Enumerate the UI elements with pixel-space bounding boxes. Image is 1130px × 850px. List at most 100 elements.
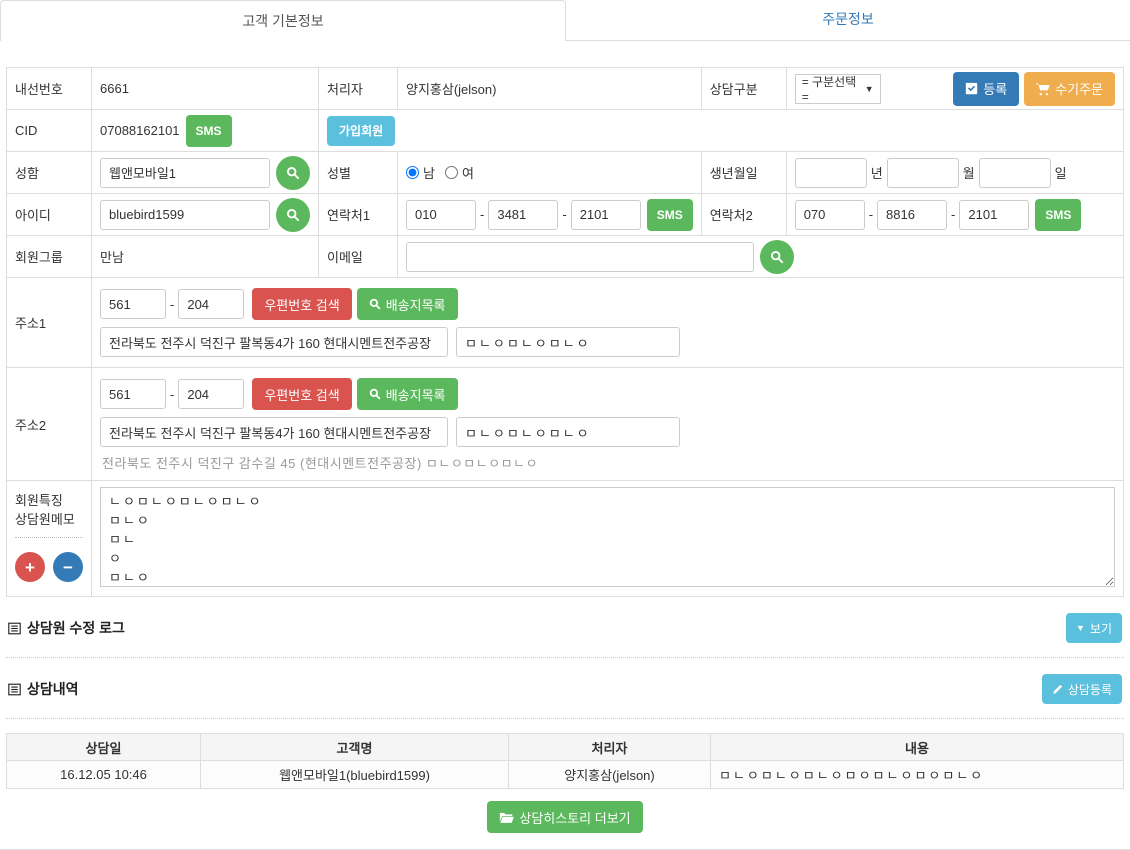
member-group-label: 회원그룹 [7,236,92,278]
view-log-button-label: 보기 [1090,620,1112,637]
phone2-part1-input[interactable] [795,200,865,230]
birth-year-suffix: 년 [871,163,883,182]
birth-year-input[interactable] [795,158,867,188]
search-icon [286,166,300,180]
cid-sms-button[interactable]: SMS [186,115,232,147]
col-header-handler: 처리자 [509,734,711,761]
tab-customer-info[interactable]: 고객 기본정보 [0,0,566,41]
phone1-part3-input[interactable] [571,200,641,230]
address1-main-input[interactable] [100,327,448,357]
dash: - [480,207,484,222]
gender-female-radio[interactable] [445,166,458,179]
gender-female-label: 여 [462,163,474,182]
consult-type-label: 상담구분 [701,68,786,110]
extension-label: 내선번호 [7,68,92,110]
pencil-icon [1052,684,1063,695]
register-button[interactable]: 등록 [953,72,1019,106]
extension-value: 6661 [92,68,319,110]
row-address1: 주소1 - 우편번호 검색 배송지목록 [7,278,1124,368]
email-input[interactable] [406,242,754,272]
phone1-part2-input[interactable] [488,200,558,230]
dash: - [562,207,566,222]
plus-icon: + [25,559,35,576]
handler-label: 처리자 [319,68,398,110]
address1-zip1-input[interactable] [100,289,166,319]
consult-history-more-button[interactable]: 상담히스토리 더보기 [487,801,642,833]
consult-title: 상담내역 [8,679,79,699]
gender-radio-group: 남 여 [406,163,693,182]
table-row[interactable]: 16.12.05 10:46 웹앤모바일1(bluebird1599) 양지홍삼… [7,761,1124,789]
consult-register-button-label: 상담등록 [1068,681,1112,698]
phone1-sms-button[interactable]: SMS [647,199,693,231]
consult-content-cell: ㅁㄴㅇㅁㄴㅇㅁㄴㅇㅁㅇㅁㄴㅇㅁㅇㅁㄴㅇ [711,761,1124,789]
id-search-button[interactable] [276,198,310,232]
cid-label: CID [7,110,92,152]
customer-info-page: 고객 기본정보 주문정보 내선번호 6661 처리자 양지홍삼(jelson) … [0,0,1130,850]
id-input[interactable] [100,200,270,230]
birth-month-input[interactable] [887,158,959,188]
birth-day-input[interactable] [979,158,1051,188]
phone1-part1-input[interactable] [406,200,476,230]
consult-handler-cell: 양지홍삼(jelson) [509,761,711,789]
email-label: 이메일 [319,236,398,278]
address1-shipping-list-button[interactable]: 배송지목록 [357,288,458,320]
col-header-customer: 고객명 [201,734,509,761]
address2-zip1-input[interactable] [100,379,166,409]
minus-icon: − [63,559,73,576]
birth-month-suffix: 월 [963,163,975,182]
dash: - [869,207,873,222]
register-button-label: 등록 [983,79,1007,98]
consult-type-selected-value: = 구분선택 = [802,73,861,104]
tab-bar: 고객 기본정보 주문정보 [0,0,1130,41]
name-input[interactable] [100,158,270,188]
id-label: 아이디 [7,194,92,236]
address2-shipping-list-button[interactable]: 배송지목록 [357,378,458,410]
memo-label: 회원특징 상담원메모 [15,489,83,538]
handler-value: 양지홍삼(jelson) [398,68,702,110]
search-icon [286,208,300,222]
birth-label: 생년월일 [701,152,786,194]
address1-detail-input[interactable] [456,327,680,357]
col-header-date: 상담일 [7,734,201,761]
address2-main-input[interactable] [100,417,448,447]
memo-remove-button[interactable]: − [53,552,83,582]
list-icon [8,622,21,635]
agent-memo-textarea[interactable]: ㄴㅇㅁㄴㅇㅁㄴㅇㅁㄴㅇ ㅁㄴㅇ ㅁㄴ ㅇ ㅁㄴㅇ ㅁㄴㅇ [100,487,1115,587]
view-log-button[interactable]: ▼ 보기 [1066,613,1122,643]
phone2-part3-input[interactable] [959,200,1029,230]
email-search-button[interactable] [760,240,794,274]
consult-history-more-label: 상담히스토리 더보기 [519,808,630,827]
phone2-label: 연락처2 [701,194,786,236]
memo-add-button[interactable]: + [15,552,45,582]
consult-title-text: 상담내역 [27,679,79,699]
address1-zip2-input[interactable] [178,289,244,319]
gender-male-radio[interactable] [406,166,419,179]
row-id: 아이디 연락처1 - - [7,194,1124,236]
consult-register-button[interactable]: 상담등록 [1042,674,1122,704]
search-icon [369,388,381,400]
phone2-sms-button[interactable]: SMS [1035,199,1081,231]
manual-order-button[interactable]: 수기주문 [1024,72,1115,106]
dash: - [951,207,955,222]
phone2-part2-input[interactable] [877,200,947,230]
gender-male-label: 남 [423,163,435,182]
tab-order-info[interactable]: 주문정보 [566,0,1130,40]
address2-zipcode-search-button[interactable]: 우편번호 검색 [252,378,351,410]
member-group-value: 만남 [92,236,319,278]
address2-zip2-input[interactable] [178,379,244,409]
name-label: 성함 [7,152,92,194]
row-cid: CID 07088162101 SMS 가입회원 [7,110,1124,152]
row-address2: 주소2 - 우편번호 검색 배송지목록 [7,368,1124,481]
shipping-list-button-label: 배송지목록 [386,385,446,404]
birth-day-suffix: 일 [1055,163,1067,182]
address1-zipcode-search-button[interactable]: 우편번호 검색 [252,288,351,320]
address2-label: 주소2 [7,368,92,481]
name-search-button[interactable] [276,156,310,190]
consult-table-header-row: 상담일 고객명 처리자 내용 [7,734,1124,761]
member-status-badge[interactable]: 가입회원 [327,116,395,146]
address2-detail-input[interactable] [456,417,680,447]
dash: - [170,297,174,312]
content-area: 내선번호 6661 처리자 양지홍삼(jelson) 상담구분 = 구분선택 =… [0,41,1130,849]
consult-type-select[interactable]: = 구분선택 = ▼ [795,74,881,104]
folder-open-icon [499,811,514,824]
